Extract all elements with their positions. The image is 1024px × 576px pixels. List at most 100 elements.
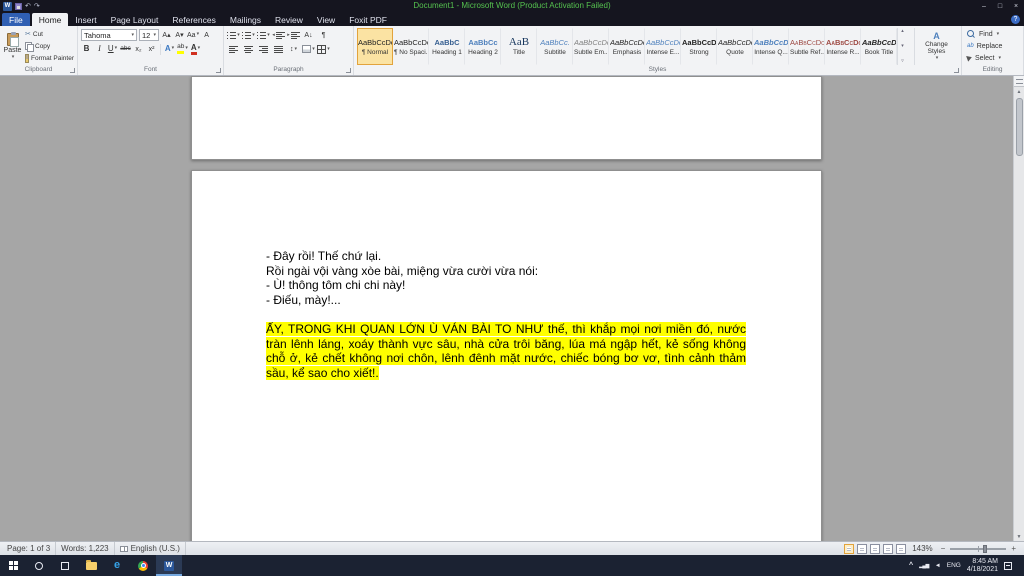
undo-icon[interactable]: ↶ <box>25 3 31 10</box>
word-taskbar-button[interactable]: W <box>156 555 182 576</box>
page-2[interactable]: - Đây rồi! Thế chứ lại. Rồi ngài vội vàn… <box>191 170 822 541</box>
styles-dialog-launcher-icon[interactable] <box>954 68 959 73</box>
tab-foxit-pdf[interactable]: Foxit PDF <box>342 13 394 26</box>
style-intense-quote[interactable]: AaBbCcDc Intense Q... <box>753 28 789 65</box>
edge-button[interactable]: e <box>104 555 130 576</box>
style-subtle-reference[interactable]: AaBbCcDc Subtle Ref... <box>789 28 825 65</box>
copy-button[interactable]: Copy <box>25 41 74 52</box>
borders-button[interactable] <box>317 43 330 55</box>
style-heading-1[interactable]: AaBbC Heading 1 <box>429 28 465 65</box>
scrollbar-thumb[interactable] <box>1015 98 1023 156</box>
decrease-indent-button[interactable]: ◂ <box>272 29 285 41</box>
find-button[interactable]: Find <box>965 28 1020 40</box>
cut-button[interactable]: ✂ Cut <box>25 29 74 40</box>
multilevel-list-button[interactable] <box>257 29 270 41</box>
draft-view-button[interactable] <box>896 543 907 554</box>
shading-button[interactable] <box>302 43 315 55</box>
numbering-button[interactable] <box>242 29 255 41</box>
clear-formatting-button[interactable]: A <box>201 29 212 41</box>
replace-button[interactable]: ab Replace <box>965 40 1020 52</box>
select-button[interactable]: Select <box>965 52 1020 64</box>
style-quote[interactable]: AaBbCcDc Quote <box>717 28 753 65</box>
style-title[interactable]: AaB Title <box>501 28 537 65</box>
bold-button[interactable]: B <box>81 43 92 55</box>
language-indicator[interactable]: English (U.S.) <box>115 542 186 555</box>
page-indicator[interactable]: Page: 1 of 3 <box>2 542 57 555</box>
gallery-more-icon[interactable]: ▿ <box>898 59 907 64</box>
show-formatting-button[interactable]: ¶ <box>317 29 330 41</box>
bullets-button[interactable] <box>227 29 240 41</box>
zoom-level[interactable]: 143% <box>909 544 935 553</box>
task-view-button[interactable] <box>52 555 78 576</box>
keyboard-language-indicator[interactable]: ENG <box>947 562 961 569</box>
shrink-font-button[interactable]: A▾ <box>174 29 185 41</box>
line-spacing-button[interactable]: ↕ <box>287 43 300 55</box>
vertical-scrollbar[interactable]: ▲ ▼ <box>1013 76 1024 541</box>
sort-button[interactable]: A↓ <box>302 29 315 41</box>
action-center-icon[interactable] <box>1004 561 1012 570</box>
gallery-scroll-down-icon[interactable]: ▾ <box>898 44 907 49</box>
tab-review[interactable]: Review <box>268 13 310 26</box>
clipboard-dialog-launcher-icon[interactable] <box>70 68 75 73</box>
maximize-button[interactable]: □ <box>992 1 1008 12</box>
style-normal[interactable]: AaBbCcDc ¶ Normal <box>357 28 393 65</box>
taskbar-clock[interactable]: 8:45 AM 4/18/2021 <box>967 558 998 574</box>
tab-file[interactable]: File <box>2 13 30 26</box>
zoom-in-button[interactable]: + <box>1009 544 1018 553</box>
tab-view[interactable]: View <box>310 13 342 26</box>
paragraph-dialog-launcher-icon[interactable] <box>346 68 351 73</box>
change-case-button[interactable]: Aa <box>187 29 199 41</box>
scroll-up-icon[interactable]: ▲ <box>1014 87 1024 96</box>
volume-icon[interactable]: ◄ <box>935 563 941 569</box>
help-icon[interactable]: ? <box>1011 15 1020 24</box>
style-no-spacing[interactable]: AaBbCcDc ¶ No Spaci... <box>393 28 429 65</box>
gallery-scroll-up-icon[interactable]: ▴ <box>898 29 907 34</box>
increase-indent-button[interactable]: ▸ <box>287 29 300 41</box>
style-emphasis[interactable]: AaBbCcDc Emphasis <box>609 28 645 65</box>
style-intense-emphasis[interactable]: AaBbCcDc Intense E... <box>645 28 681 65</box>
tray-overflow-icon[interactable]: ^ <box>909 562 913 569</box>
web-layout-view-button[interactable] <box>870 543 881 554</box>
paste-button[interactable]: Paste <box>3 28 22 65</box>
strikethrough-button[interactable]: abc <box>120 43 131 55</box>
full-screen-reading-view-button[interactable] <box>857 543 868 554</box>
font-dialog-launcher-icon[interactable] <box>216 68 221 73</box>
change-styles-button[interactable]: A Change Styles <box>914 28 958 65</box>
ruler-toggle-button[interactable] <box>1013 76 1024 87</box>
tab-page-layout[interactable]: Page Layout <box>104 13 166 26</box>
zoom-slider-thumb[interactable] <box>982 544 987 553</box>
text-highlight-button[interactable]: ab <box>177 43 188 55</box>
style-book-title[interactable]: AaBbCcDc Book Title <box>861 28 897 65</box>
superscript-button[interactable]: x² <box>146 43 157 55</box>
save-icon[interactable] <box>15 2 22 10</box>
grow-font-button[interactable]: A▴ <box>161 29 172 41</box>
format-painter-button[interactable]: Format Painter <box>25 53 74 64</box>
outline-view-button[interactable] <box>883 543 894 554</box>
style-subtitle[interactable]: AaBbCc. Subtitle <box>537 28 573 65</box>
print-layout-view-button[interactable] <box>844 543 855 554</box>
style-subtle-emphasis[interactable]: AaBbCcDc Subtle Em... <box>573 28 609 65</box>
italic-button[interactable]: I <box>94 43 105 55</box>
search-button[interactable] <box>26 555 52 576</box>
style-strong[interactable]: AaBbCcDc Strong <box>681 28 717 65</box>
zoom-slider[interactable] <box>950 544 1007 553</box>
justify-button[interactable] <box>272 43 285 55</box>
network-icon[interactable]: ▂▄▆ <box>919 563 929 569</box>
align-center-button[interactable] <box>242 43 255 55</box>
underline-button[interactable]: U <box>107 43 118 55</box>
tab-references[interactable]: References <box>165 13 222 26</box>
font-color-button[interactable]: A <box>190 43 201 55</box>
align-left-button[interactable] <box>227 43 240 55</box>
style-heading-2[interactable]: AaBbCc Heading 2 <box>465 28 501 65</box>
tab-mailings[interactable]: Mailings <box>223 13 268 26</box>
chrome-button[interactable] <box>130 555 156 576</box>
font-size-select[interactable]: 12 <box>139 29 159 41</box>
start-button[interactable] <box>0 555 26 576</box>
style-intense-reference[interactable]: AaBbCcDc Intense R... <box>825 28 861 65</box>
word-count[interactable]: Words: 1,223 <box>56 542 115 555</box>
minimize-button[interactable]: – <box>976 1 992 12</box>
subscript-button[interactable]: x₂ <box>133 43 144 55</box>
close-button[interactable]: × <box>1008 1 1024 12</box>
redo-icon[interactable]: ↷ <box>34 3 40 10</box>
page-1[interactable] <box>191 76 822 160</box>
